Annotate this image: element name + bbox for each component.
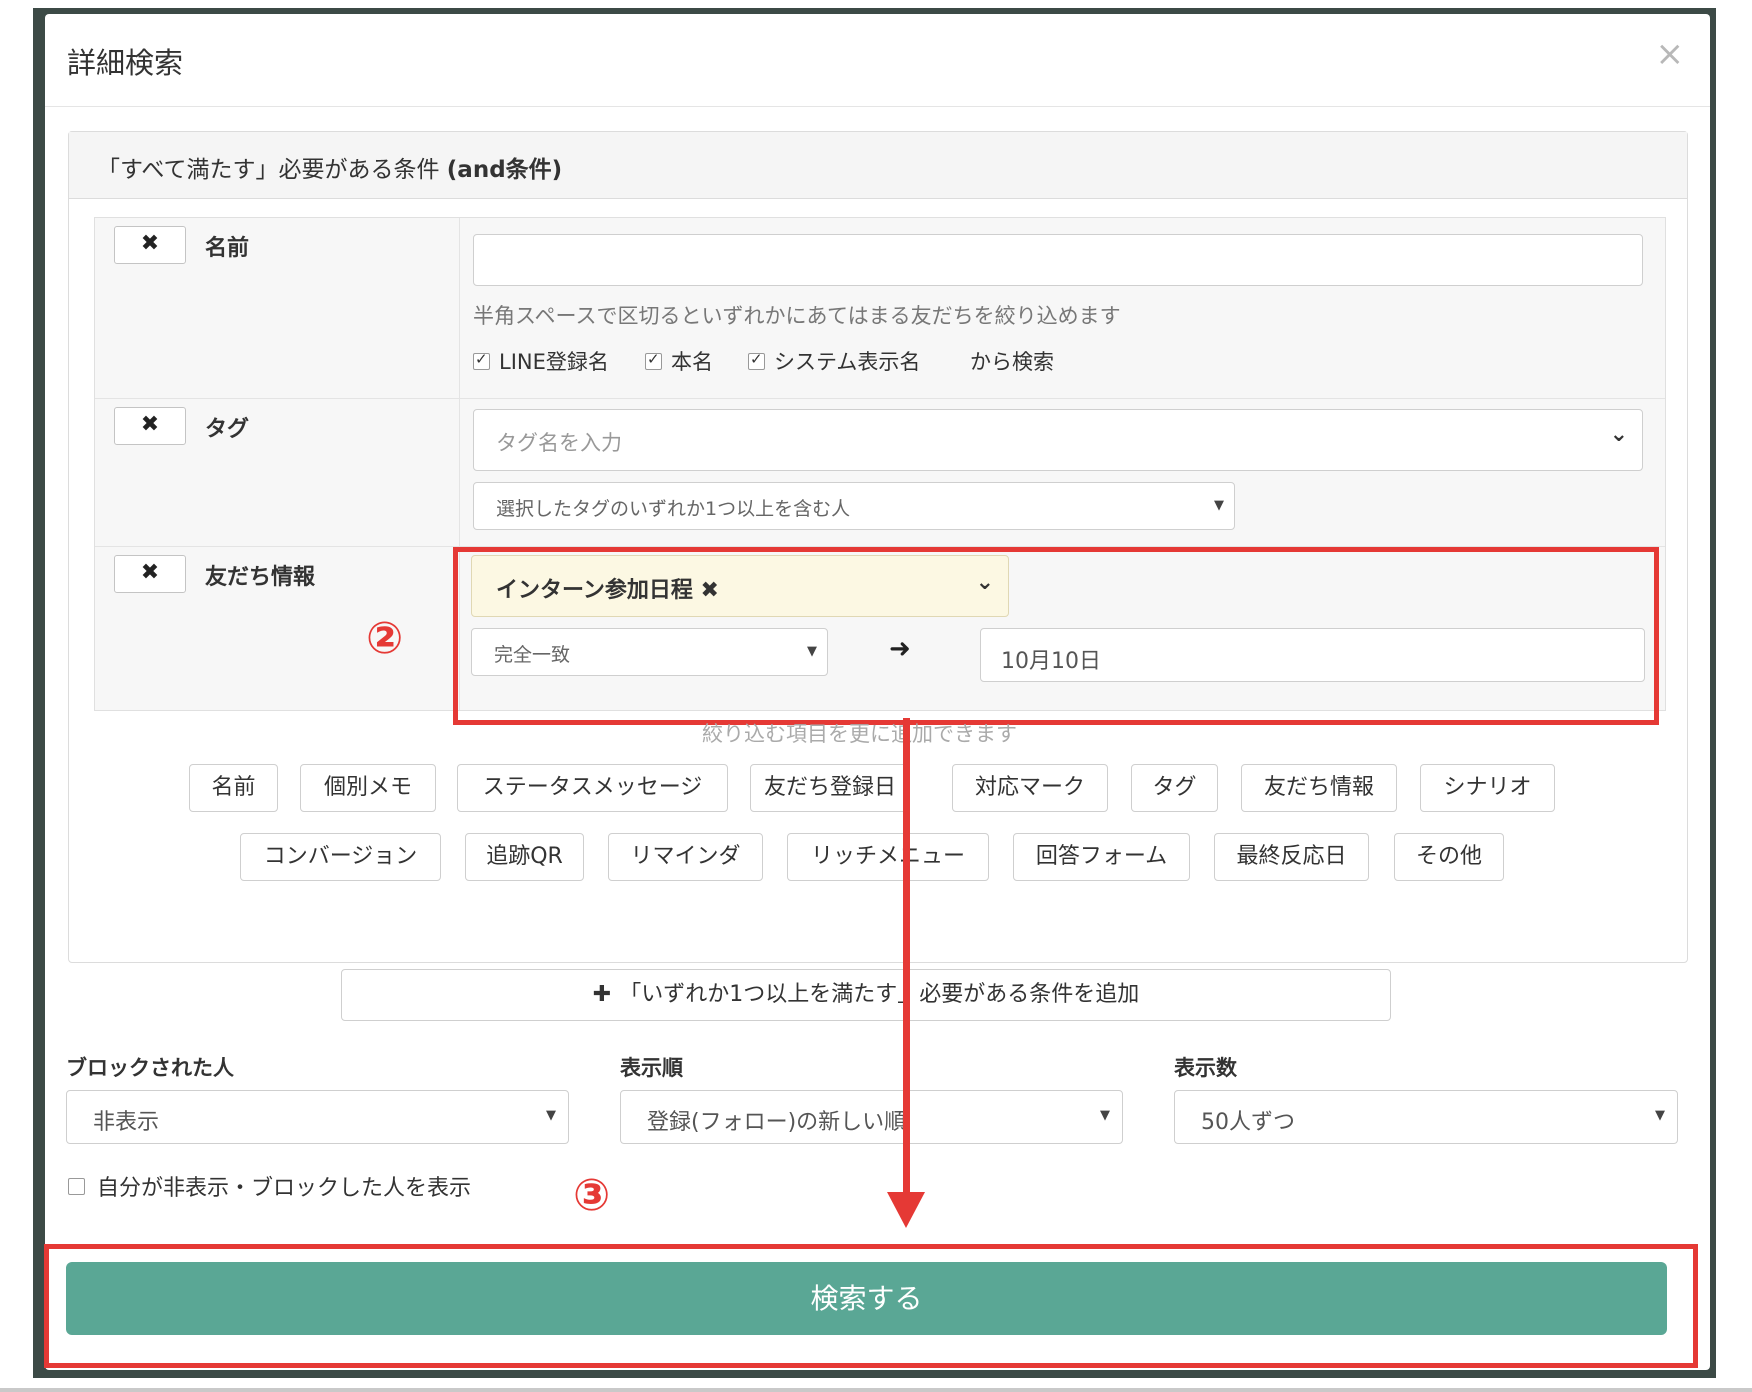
add-status-message-button[interactable]: ステータスメッセージ	[457, 764, 728, 812]
remove-friend-info-button[interactable]: ✖	[114, 555, 186, 593]
show-hidden-checkbox[interactable]: 自分が非表示・ブロックした人を表示	[68, 1170, 471, 1202]
add-last-response-button[interactable]: 最終反応日	[1214, 833, 1369, 881]
show-hidden-label: 自分が非表示・ブロックした人を表示	[97, 1176, 472, 1201]
add-friend-info-button[interactable]: 友だち情報	[1241, 764, 1397, 812]
add-tag-button[interactable]: タグ	[1131, 764, 1218, 812]
add-conversion-button[interactable]: コンバージョン	[240, 833, 441, 881]
add-or-condition-label: 「いずれか1つ以上を満たす」必要がある条件を追加	[619, 982, 1140, 1007]
modal-header: 詳細検索 ×	[45, 14, 1710, 107]
name-row-label: 名前	[205, 236, 250, 261]
caret-down-icon: ▼	[1655, 1108, 1665, 1123]
modal-title: 詳細検索	[67, 46, 184, 80]
and-heading-text: 「すべて満たす」必要がある条件	[97, 157, 447, 183]
checkbox-icon	[748, 350, 765, 370]
tag-placeholder: タグ名を入力	[496, 431, 622, 455]
search-button[interactable]: 検索する	[66, 1262, 1667, 1335]
chevron-down-icon: ⌄	[1609, 422, 1628, 447]
remove-name-button[interactable]: ✖	[114, 226, 186, 264]
add-or-condition-button[interactable]: ✚ 「いずれか1つ以上を満たす」必要がある条件を追加	[341, 969, 1391, 1021]
count-value: 50人ずつ	[1201, 1110, 1295, 1135]
add-response-mark-button[interactable]: 対応マーク	[952, 764, 1108, 812]
annotation-arrow-line	[903, 718, 910, 1196]
tag-select[interactable]: タグ名を入力 ⌄	[473, 409, 1643, 471]
add-answer-form-button[interactable]: 回答フォーム	[1013, 833, 1190, 881]
checkbox-real-name[interactable]: 本名	[645, 346, 713, 376]
checkbox-icon	[645, 350, 662, 370]
step-3-marker: ③	[573, 1170, 611, 1221]
count-label: 表示数	[1174, 1056, 1237, 1080]
and-heading-bold: (and条件)	[446, 157, 563, 183]
and-panel-heading: 「すべて満たす」必要がある条件 (and条件)	[69, 132, 1687, 199]
add-other-button[interactable]: その他	[1394, 833, 1504, 881]
name-input[interactable]	[473, 234, 1643, 286]
remove-tag-button[interactable]: ✖	[114, 407, 186, 445]
add-tracking-qr-button[interactable]: 追跡QR	[465, 833, 584, 881]
add-rich-menu-button[interactable]: リッチメニュー	[787, 833, 989, 881]
count-select[interactable]: 50人ずつ ▼	[1174, 1090, 1678, 1144]
page-bottom-strip	[0, 1388, 1752, 1392]
blocked-value: 非表示	[93, 1110, 160, 1135]
step-2-marker: ②	[366, 613, 404, 664]
add-name-button[interactable]: 名前	[189, 764, 278, 812]
highlight-box-step2	[453, 547, 1659, 725]
add-reminder-button[interactable]: リマインダ	[608, 833, 763, 881]
tag-mode-select[interactable]: 選択したタグのいずれか1つ以上を含む人 ▼	[473, 482, 1235, 530]
add-scenario-button[interactable]: シナリオ	[1420, 764, 1555, 812]
order-select[interactable]: 登録(フォロー)の新しい順 ▼	[620, 1090, 1123, 1144]
more-items-hint: 絞り込む項目を更に追加できます	[702, 722, 1017, 746]
annotation-arrow-head	[887, 1192, 925, 1228]
add-memo-button[interactable]: 個別メモ	[300, 764, 436, 812]
tag-mode-value: 選択したタグのいずれか1つ以上を含む人	[496, 498, 851, 520]
checkbox-line-name[interactable]: LINE登録名	[473, 346, 609, 376]
condition-row-tag: ✖ タグ タグ名を入力 ⌄ 選択したタグのいずれか1つ以上を含む人 ▼	[95, 399, 1665, 547]
friend-info-row-label: 友だち情報	[205, 565, 316, 590]
order-value: 登録(フォロー)の新しい順	[647, 1110, 907, 1135]
name-hint: 半角スペースで区切るといずれかにあてはまる友だちを絞り込めます	[473, 304, 1121, 328]
order-label: 表示順	[620, 1056, 683, 1080]
add-friend-date-button[interactable]: 友だち登録日	[750, 764, 910, 812]
close-icon[interactable]: ×	[1656, 34, 1685, 74]
blocked-label: ブロックされた人	[66, 1056, 234, 1080]
tag-row-label: タグ	[205, 417, 250, 442]
plus-icon: ✚	[592, 982, 612, 1007]
checkbox-icon	[68, 1177, 85, 1195]
checkbox-system-name[interactable]: システム表示名	[748, 346, 920, 376]
blocked-select[interactable]: 非表示 ▼	[66, 1090, 569, 1144]
checkbox-icon	[473, 350, 490, 370]
condition-row-name: ✖ 名前 半角スペースで区切るといずれかにあてはまる友だちを絞り込めます LIN…	[95, 218, 1665, 399]
caret-down-icon: ▼	[1214, 498, 1224, 513]
caret-down-icon: ▼	[1100, 1108, 1110, 1123]
checkbox-suffix: から検索	[970, 350, 1054, 374]
caret-down-icon: ▼	[546, 1108, 556, 1123]
